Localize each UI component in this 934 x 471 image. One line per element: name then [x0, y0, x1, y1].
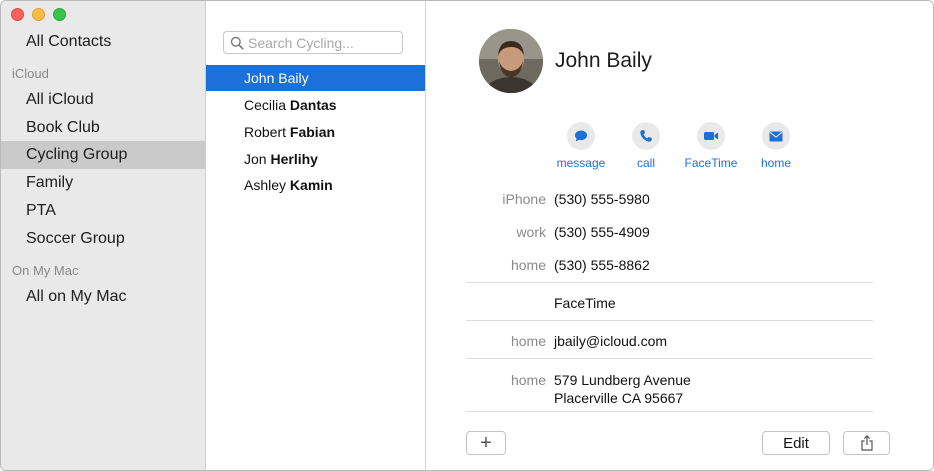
contact-first-name: John: [244, 70, 275, 86]
contact-last-name: Baily: [278, 70, 309, 86]
mail-icon: [769, 131, 783, 141]
sidebar-item-book-club[interactable]: Book Club: [1, 114, 205, 142]
search-input[interactable]: [248, 33, 398, 52]
call-action[interactable]: call: [610, 122, 682, 170]
message-action-label: message: [556, 156, 606, 170]
contact-first-name: Ashley: [244, 177, 287, 193]
avatar-photo: [479, 29, 543, 93]
contact-row-john-baily[interactable]: John Baily: [206, 65, 425, 91]
address-line-1[interactable]: 579 Lundberg Avenue: [554, 372, 691, 388]
sidebar-item-family[interactable]: Family: [1, 169, 205, 197]
facetime-field[interactable]: FaceTime: [554, 295, 616, 311]
contact-last-name: Fabian: [289, 124, 336, 140]
email-label: home: [510, 333, 546, 349]
sidebar: All Contacts iCloud All iCloud Book Club…: [1, 1, 206, 470]
search-icon: [230, 36, 244, 50]
facetime-action[interactable]: FaceTime: [675, 122, 747, 170]
sidebar-item-soccer-group[interactable]: Soccer Group: [1, 225, 205, 253]
contact-row-ashley-kamin[interactable]: Ashley Kamin: [206, 172, 425, 198]
contact-list-pane: John Baily Cecilia Dantas Robert Fabian …: [206, 1, 426, 470]
divider: [466, 320, 873, 321]
sidebar-item-all-contacts[interactable]: All Contacts: [1, 28, 205, 56]
phone-value-iphone[interactable]: (530) 555-5980: [554, 191, 650, 207]
contact-name: John Baily: [555, 49, 652, 72]
sidebar-item-all-on-my-mac[interactable]: All on My Mac: [1, 283, 205, 311]
phone-icon: [640, 130, 652, 142]
mail-action[interactable]: home: [740, 122, 812, 170]
contact-first-name: Jon: [244, 151, 267, 167]
mail-action-label: home: [760, 156, 792, 170]
divider: [466, 358, 873, 359]
phone-label-iphone: iPhone: [502, 191, 546, 207]
edit-button[interactable]: Edit: [762, 431, 830, 455]
search-field[interactable]: [223, 31, 403, 54]
phone-value-home[interactable]: (530) 555-8862: [554, 257, 650, 273]
zoom-window-button[interactable]: [53, 8, 66, 21]
address-line-2[interactable]: Placerville CA 95667: [554, 390, 683, 406]
sidebar-item-pta[interactable]: PTA: [1, 197, 205, 225]
email-value[interactable]: jbaily@icloud.com: [554, 333, 667, 349]
contact-first-name: Cecilia: [244, 97, 287, 113]
divider: [466, 411, 873, 412]
phone-label-home: home: [510, 257, 546, 273]
contact-last-name: Kamin: [289, 177, 333, 193]
minimize-window-button[interactable]: [32, 8, 45, 21]
contact-row-robert-fabian[interactable]: Robert Fabian: [206, 119, 425, 145]
facetime-action-label: FaceTime: [684, 156, 738, 170]
message-action[interactable]: message: [545, 122, 617, 170]
message-icon: [575, 130, 587, 142]
contacts-window: All Contacts iCloud All iCloud Book Club…: [0, 0, 934, 471]
contact-first-name: Robert: [244, 124, 287, 140]
window-controls: [11, 8, 66, 21]
contact-row-jon-herlihy[interactable]: Jon Herlihy: [206, 146, 425, 172]
call-action-label: call: [636, 156, 655, 170]
sidebar-header-on-my-mac: On My Mac: [12, 263, 79, 278]
phone-value-work[interactable]: (530) 555-4909: [554, 224, 650, 240]
phone-label-work: work: [516, 224, 546, 240]
contact-detail-pane: John Baily message call FaceTime home iP…: [426, 1, 933, 470]
sidebar-item-all-icloud[interactable]: All iCloud: [1, 86, 205, 114]
divider: [466, 282, 873, 283]
close-window-button[interactable]: [11, 8, 24, 21]
sidebar-item-cycling-group[interactable]: Cycling Group: [1, 141, 205, 169]
add-field-button[interactable]: +: [466, 431, 506, 455]
share-button[interactable]: [843, 431, 890, 455]
share-icon: [860, 435, 873, 451]
sidebar-header-icloud: iCloud: [12, 66, 49, 81]
contact-last-name: Dantas: [289, 97, 337, 113]
contact-last-name: Herlihy: [270, 151, 318, 167]
avatar[interactable]: [479, 29, 543, 93]
address-label: home: [510, 372, 546, 388]
contact-row-cecilia-dantas[interactable]: Cecilia Dantas: [206, 92, 425, 118]
video-icon: [704, 132, 718, 140]
